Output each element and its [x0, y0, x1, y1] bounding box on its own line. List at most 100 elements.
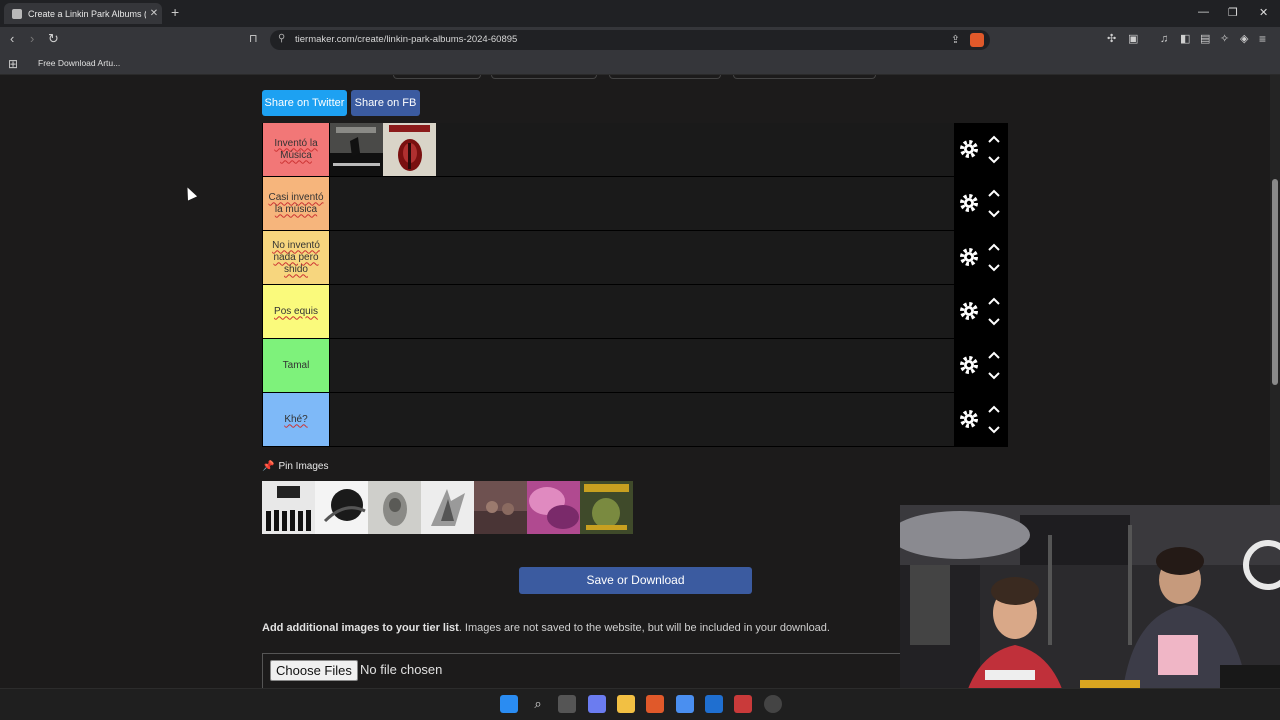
tab-search-icon[interactable]: ▣ [1128, 32, 1138, 46]
copilot-icon[interactable] [588, 695, 606, 713]
tier-controls [954, 285, 1008, 338]
tier-label[interactable]: Casi inventó la música [263, 177, 329, 230]
album-cover-from-zero[interactable] [527, 481, 580, 534]
vpn-icon[interactable]: ◈ [1240, 32, 1248, 46]
chevron-up-icon[interactable] [988, 189, 1000, 197]
tier-row: Khé? [262, 393, 1008, 446]
album-cover-minutes-to-midnight[interactable] [262, 481, 315, 534]
tier-controls [954, 231, 1008, 284]
tier-drop-area[interactable] [330, 123, 954, 176]
share-facebook-button[interactable]: Share on FB [351, 90, 420, 116]
tier-label[interactable]: Pos equis [263, 285, 329, 338]
tier-drop-area[interactable] [330, 393, 954, 446]
gear-icon[interactable] [959, 355, 979, 375]
outlook-icon[interactable] [705, 695, 723, 713]
chevron-down-icon[interactable] [988, 372, 1000, 380]
toolbar-button-edge [609, 75, 721, 79]
bookmark-icon[interactable]: ⊓ [249, 32, 258, 46]
task-view-icon[interactable] [558, 695, 576, 713]
menu-icon[interactable]: ≡ [1259, 32, 1266, 46]
chevron-up-icon[interactable] [988, 351, 1000, 359]
gear-icon[interactable] [959, 409, 979, 429]
close-window-icon[interactable]: ✕ [1259, 6, 1268, 19]
app-icon[interactable] [734, 695, 752, 713]
tier-label[interactable]: No inventó nada pero shido [263, 231, 329, 284]
chevron-down-icon[interactable] [988, 318, 1000, 326]
file-upload-box: Choose Files No file chosen [262, 653, 902, 688]
chevron-up-icon[interactable] [988, 135, 1000, 143]
tier-drop-area[interactable] [330, 231, 954, 284]
tier-label[interactable]: Khé? [263, 393, 329, 446]
chevron-down-icon[interactable] [988, 426, 1000, 434]
gear-icon[interactable] [959, 139, 979, 159]
forward-icon[interactable]: › [30, 32, 34, 46]
gear-icon[interactable] [959, 193, 979, 213]
add-images-description: Add additional images to your tier list.… [262, 622, 830, 634]
tier-label[interactable]: Inventó la Música [263, 123, 329, 176]
chevron-down-icon[interactable] [988, 210, 1000, 218]
microsoft-store-icon[interactable] [676, 695, 694, 713]
file-explorer-icon[interactable] [617, 695, 635, 713]
browser-tab[interactable]: Create a Linkin Park Albums (2024 ✕ [4, 3, 162, 24]
url-text: tiermaker.com/create/linkin-park-albums-… [295, 34, 518, 45]
tier-label-text: No inventó nada pero shido [272, 239, 320, 275]
windows-taskbar: ⌕ [0, 688, 1280, 720]
share-icon[interactable]: ⇪ [951, 33, 960, 46]
tier-row: Casi inventó la música [262, 177, 1008, 230]
restore-icon[interactable]: ❐ [1228, 6, 1238, 19]
windows-start-icon[interactable] [500, 695, 518, 713]
album-cover-one-more-light[interactable] [474, 481, 527, 534]
toolbar-button-edge [491, 75, 597, 79]
scrollbar-thumb[interactable] [1272, 179, 1278, 385]
album-cover-the-hunting-party[interactable] [421, 481, 474, 534]
wallet-icon[interactable]: ▤ [1200, 32, 1210, 46]
album-cover-reanimation[interactable] [580, 481, 633, 534]
album-cover-living-things[interactable] [368, 481, 421, 534]
navigation-bar: ‹ › ↻ ⊓ ⚲ tiermaker.com/create/linkin-pa… [0, 27, 1280, 53]
back-icon[interactable]: ‹ [10, 32, 14, 46]
chevron-up-icon[interactable] [988, 405, 1000, 413]
album-cover-a-thousand-suns[interactable] [315, 481, 368, 534]
gear-icon[interactable] [959, 247, 979, 267]
chevron-up-icon[interactable] [988, 297, 1000, 305]
chevron-down-icon[interactable] [988, 264, 1000, 272]
reload-icon[interactable]: ↻ [48, 32, 59, 46]
choose-files-button[interactable]: Choose Files [270, 660, 358, 681]
music-icon[interactable]: ♫ [1160, 32, 1168, 46]
gear-icon[interactable] [959, 301, 979, 321]
tab-close-icon[interactable]: ✕ [146, 8, 162, 19]
brave-browser-icon[interactable] [646, 695, 664, 713]
sidebar-icon[interactable]: ◧ [1180, 32, 1190, 46]
album-cover-hybrid-theory[interactable] [383, 123, 436, 176]
pin-images-text: Pin Images [278, 461, 329, 472]
tier-drop-area[interactable] [330, 285, 954, 338]
search-icon[interactable]: ⌕ [529, 695, 547, 713]
tier-controls [954, 393, 1008, 446]
tier-label-text: Inventó la Música [274, 137, 318, 161]
tier-label[interactable]: Tamal [263, 339, 329, 392]
share-twitter-button[interactable]: Share on Twitter [262, 90, 347, 116]
address-bar[interactable]: ⚲ tiermaker.com/create/linkin-park-album… [270, 30, 990, 50]
site-info-icon[interactable]: ⚲ [278, 33, 285, 44]
save-or-download-button[interactable]: Save or Download [519, 567, 752, 594]
tier-drop-area[interactable] [330, 339, 954, 392]
chevron-down-icon[interactable] [988, 156, 1000, 164]
pin-icon: 📌 [262, 461, 275, 472]
leo-ai-icon[interactable]: ✧ [1220, 32, 1229, 46]
apps-grid-icon[interactable]: ⊞ [8, 57, 18, 71]
toolbar-button-edge [393, 75, 481, 79]
tiermaker-favicon-icon [12, 8, 22, 19]
extensions-icon[interactable]: ✣ [1107, 32, 1116, 46]
tier-drop-area[interactable] [330, 177, 954, 230]
tier-controls [954, 177, 1008, 230]
brave-shield-icon[interactable] [970, 33, 984, 47]
album-cover-meteora[interactable] [330, 123, 383, 176]
tier-row: No inventó nada pero shido [262, 231, 1008, 284]
bookmark-free-download[interactable]: Free Download Artu... [38, 58, 120, 68]
new-tab-icon[interactable]: + [171, 4, 179, 20]
obs-icon[interactable] [764, 695, 782, 713]
chevron-up-icon[interactable] [988, 243, 1000, 251]
minimize-icon[interactable]: — [1198, 6, 1209, 18]
tier-label-text: Tamal [282, 359, 310, 371]
bookmarks-bar: ⊞ Free Download Artu... [0, 53, 1280, 75]
